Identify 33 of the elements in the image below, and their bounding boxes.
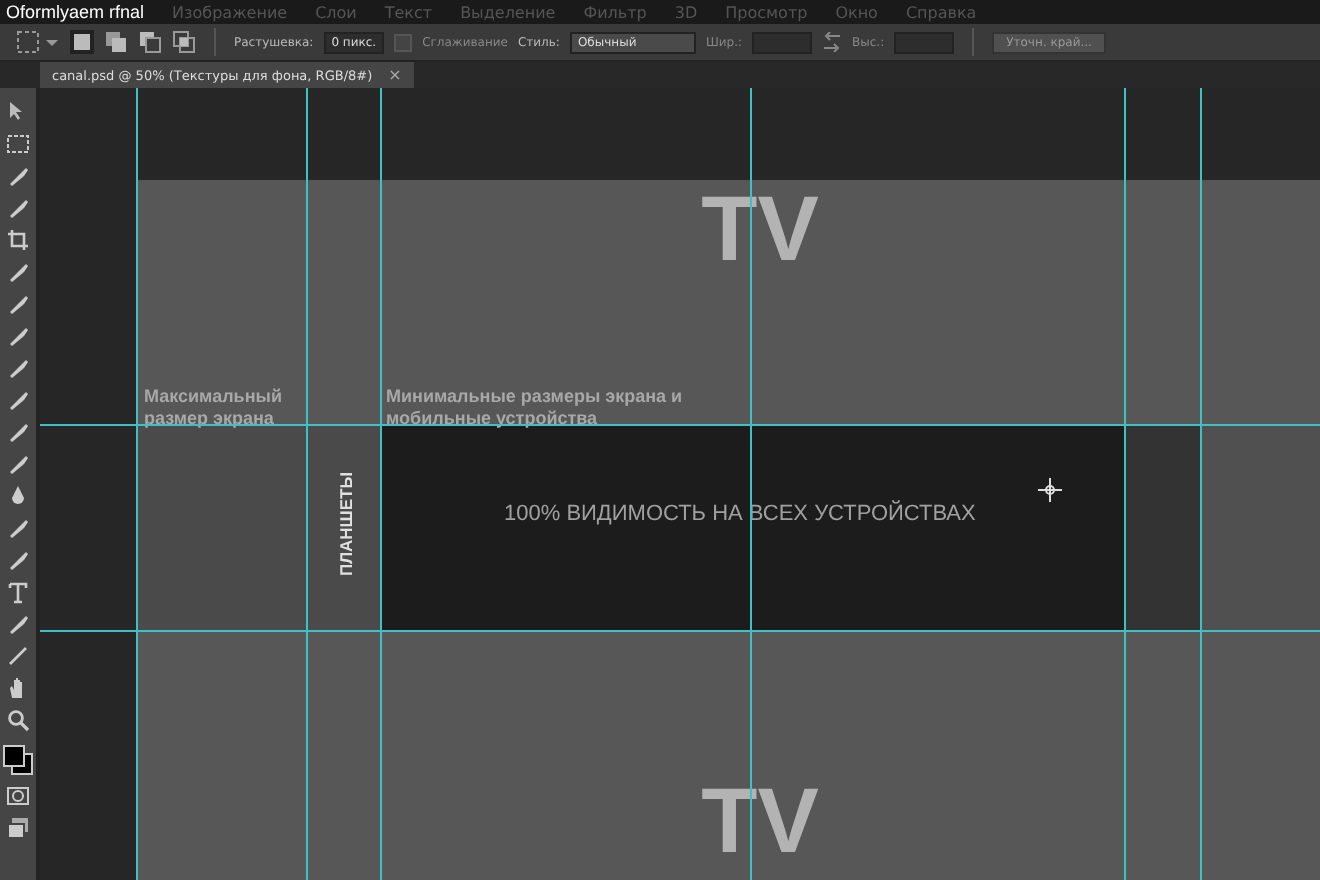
- crop-tool-icon[interactable]: [6, 228, 30, 252]
- intersect-selection-icon[interactable]: [172, 30, 196, 54]
- antialias-checkbox[interactable]: [394, 33, 413, 51]
- screen-mode-icon[interactable]: [6, 816, 30, 840]
- canvas-label: ПЛАНШЕТЫ: [336, 471, 357, 577]
- swap-icon[interactable]: [822, 32, 843, 52]
- blur-tool-icon[interactable]: [6, 484, 30, 508]
- menu-item[interactable]: Изображение: [172, 3, 288, 21]
- crosshair-icon: [1038, 478, 1062, 502]
- close-icon[interactable]: ×: [388, 66, 402, 84]
- quick-mask-icon[interactable]: [6, 784, 30, 808]
- add-selection-icon[interactable]: [104, 30, 128, 54]
- height-field[interactable]: [894, 31, 955, 53]
- width-field[interactable]: [752, 31, 813, 53]
- subtract-selection-icon[interactable]: [138, 30, 162, 54]
- canvas-label: Минимальные размеры экрана и мобильные устройства: [386, 386, 685, 430]
- menu-item[interactable]: Справка: [905, 3, 977, 21]
- marquee-tool-icon[interactable]: [6, 132, 30, 156]
- menu-item[interactable]: 3D: [674, 3, 698, 21]
- menu-item[interactable]: Фильтр: [583, 3, 647, 21]
- menu-item[interactable]: Окно: [835, 3, 878, 21]
- menu-item[interactable]: Текст: [384, 3, 433, 21]
- window-title: Oformlyaem rfnal: [6, 2, 145, 22]
- canvas-label: Максимальный размер экрана: [144, 386, 284, 430]
- color-swatches-icon[interactable]: [2, 744, 34, 776]
- menu-item[interactable]: Выделение: [460, 3, 556, 21]
- line-tool-icon[interactable]: [6, 644, 30, 668]
- type-tool-icon[interactable]: [6, 580, 30, 604]
- menu-item[interactable]: Слои: [315, 3, 357, 21]
- menu-item[interactable]: Просмотр: [725, 3, 808, 21]
- marquee-tool-icon[interactable]: [16, 30, 60, 54]
- zoom-tool-icon[interactable]: [6, 708, 30, 732]
- new-selection-icon[interactable]: [70, 30, 94, 54]
